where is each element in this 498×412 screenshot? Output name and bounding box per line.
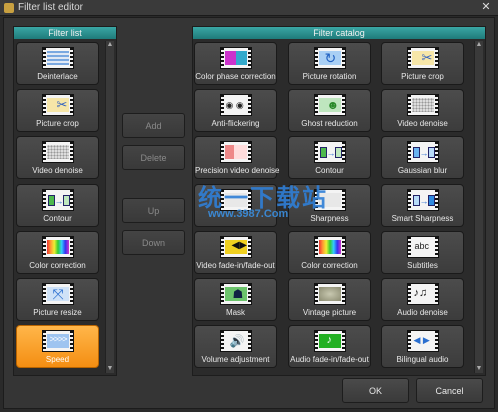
app-icon	[4, 3, 14, 13]
add-button[interactable]: Add	[122, 113, 185, 138]
scroll-down-icon[interactable]: ▼	[475, 365, 483, 373]
filter-catalog-header: Filter catalog	[193, 27, 485, 39]
fast-forward-icon: >>>>	[41, 330, 74, 353]
scroll-down-icon[interactable]: ▼	[106, 365, 114, 373]
filter-tile-label: Mask	[225, 308, 246, 317]
bilingual-audio-icon: ◀ ▶	[406, 330, 439, 353]
filter-tile[interactable]: → Contour	[16, 183, 99, 227]
subtitles-icon: abc	[406, 235, 439, 258]
deinterlace-icon	[41, 47, 74, 69]
filter-tile-label: Picture rotation	[302, 72, 357, 81]
title-bar: Filter list editor ✕	[0, 0, 498, 16]
filter-tile-label: Picture crop	[401, 72, 444, 81]
filter-tile-label: Color correction	[301, 260, 358, 270]
filter-tile[interactable]: Vintage picture	[288, 278, 371, 321]
filter-tile-label: Subtitles	[407, 260, 438, 270]
filter-tile[interactable]: Color correction	[288, 230, 371, 274]
filter-tile[interactable]: Video denoise	[381, 89, 464, 133]
watermark-logo: 统一下载站 www.3987.Com	[198, 185, 328, 220]
filter-tile-label: Audio denoise	[397, 308, 448, 317]
delete-button[interactable]: Delete	[122, 145, 185, 170]
cancel-button[interactable]: Cancel	[416, 378, 483, 403]
crop-scissors-icon: ✂	[406, 47, 439, 69]
filter-tile[interactable]: Deinterlace	[16, 42, 99, 85]
ok-button[interactable]: OK	[342, 378, 409, 403]
filter-list-header: Filter list	[14, 27, 116, 39]
filter-tile-label: Ghost reduction	[301, 119, 358, 129]
rotation-icon: ↻	[313, 47, 346, 69]
filter-tile[interactable]: ☗ Mask	[194, 278, 277, 321]
filter-tile[interactable]: ♪ Audio fade-in/fade-out	[288, 325, 371, 369]
catalog-scrollbar[interactable]: ▲ ▼	[474, 41, 483, 373]
speaker-icon: 🔊	[219, 330, 252, 353]
filter-tile-label: Contour	[43, 213, 72, 223]
filter-tile-label: Video fade-in/fade-out	[196, 260, 275, 270]
filter-tile-label: Bilingual audio	[396, 355, 449, 365]
filter-tile-label: Video denoise	[397, 119, 448, 129]
filter-tile[interactable]: ✂ Picture crop	[381, 42, 464, 85]
music-notes-icon: ♪♫	[406, 283, 439, 305]
filter-tile[interactable]: Video denoise	[16, 136, 99, 180]
down-button[interactable]: Down	[122, 230, 185, 255]
precision-denoise-icon	[219, 141, 252, 164]
filter-tile-label: Color correction	[29, 260, 86, 270]
filter-tile[interactable]: → Gaussian blur	[381, 136, 464, 180]
filter-tile[interactable]: >>>> Speed	[16, 325, 99, 369]
filter-tile-label: Color phase correction	[195, 72, 276, 81]
crop-scissors-icon: ✂	[41, 94, 74, 117]
resize-arrows-icon: ⤧	[41, 283, 74, 305]
scroll-up-icon[interactable]: ▲	[475, 41, 483, 49]
color-bars-icon	[313, 235, 346, 258]
color-bars-icon	[41, 235, 74, 258]
filter-tile[interactable]: → Smart Sharpness	[381, 183, 464, 227]
contour-icon: →	[41, 188, 74, 211]
filter-tile[interactable]: ↻ Picture rotation	[288, 42, 371, 85]
filter-tile-label: Audio fade-in/fade-out	[290, 355, 369, 365]
filter-tile-label: Picture resize	[33, 308, 82, 317]
filter-tile-label: Anti-flickering	[211, 119, 260, 129]
denoise-icon	[406, 94, 439, 117]
filter-tile[interactable]: ☻ Ghost reduction	[288, 89, 371, 133]
video-fade-icon: ◀▶	[219, 235, 252, 258]
filter-tile[interactable]: ⤧ Picture resize	[16, 278, 99, 321]
scroll-up-icon[interactable]: ▲	[106, 41, 114, 49]
filter-tile[interactable]: 🔊 Volume adjustment	[194, 325, 277, 369]
blur-icon: →	[406, 141, 439, 164]
denoise-icon	[41, 141, 74, 164]
ghost-icon: ☻	[313, 94, 346, 117]
filter-tile[interactable]: ♪♫ Audio denoise	[381, 278, 464, 321]
vintage-icon	[313, 283, 346, 305]
filter-tile-label: Vintage picture	[302, 308, 357, 317]
filter-tile-label: Speed	[45, 355, 70, 365]
filter-tile-label: Deinterlace	[37, 72, 78, 81]
filter-list-scrollbar[interactable]: ▲ ▼	[105, 41, 114, 373]
mask-icon: ☗	[219, 283, 252, 305]
filter-tile[interactable]: ✂ Picture crop	[16, 89, 99, 133]
filter-tile-label: Volume adjustment	[201, 355, 270, 365]
filter-tile-label: Video denoise	[32, 166, 83, 176]
filter-tile[interactable]: ◉ ◉ Anti-flickering	[194, 89, 277, 133]
contour-icon: →	[313, 141, 346, 164]
color-phase-icon	[219, 47, 252, 69]
filter-tile[interactable]: abc Subtitles	[381, 230, 464, 274]
filter-tile-label: Picture crop	[36, 119, 79, 129]
smart-sharpness-icon: →	[406, 188, 439, 211]
filter-tile-label: Gaussian blur	[397, 166, 448, 176]
filter-tile[interactable]: ◀▶ Video fade-in/fade-out	[194, 230, 277, 274]
filter-tile[interactable]: Color phase correction	[194, 42, 277, 85]
window-title: Filter list editor	[18, 2, 84, 13]
close-icon[interactable]: ✕	[477, 1, 495, 14]
filter-tile-label: Smart Sharpness	[391, 213, 454, 223]
filter-tile[interactable]: ◀ ▶ Bilingual audio	[381, 325, 464, 369]
eye-icon: ◉ ◉	[219, 94, 252, 117]
audio-fade-icon: ♪	[313, 330, 346, 353]
filter-tile[interactable]: Color correction	[16, 230, 99, 274]
